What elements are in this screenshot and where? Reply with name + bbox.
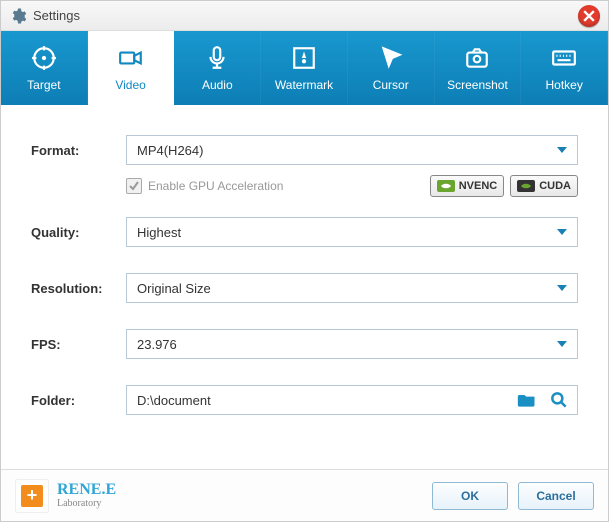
gear-icon: [9, 7, 27, 25]
folder-icon: [517, 390, 537, 410]
format-row: Format: MP4(H264): [31, 135, 578, 165]
nvenc-badge: NVENC: [430, 175, 505, 197]
resolution-label: Resolution:: [31, 281, 126, 296]
plus-icon: +: [21, 485, 43, 507]
chevron-down-icon: [557, 285, 567, 291]
target-icon: [30, 44, 58, 72]
tab-label: Target: [27, 78, 60, 92]
fps-row: FPS: 23.976: [31, 329, 578, 359]
resolution-value: Original Size: [137, 281, 211, 296]
ok-button[interactable]: OK: [432, 482, 508, 510]
tab-cursor[interactable]: Cursor: [348, 31, 435, 105]
resolution-row: Resolution: Original Size: [31, 273, 578, 303]
logo-badge: +: [15, 479, 49, 513]
chevron-down-icon: [557, 147, 567, 153]
brand-logo: + RENE.E Laboratory: [15, 479, 422, 513]
quality-row: Quality: Highest: [31, 217, 578, 247]
ok-label: OK: [461, 489, 479, 503]
nvidia-eye-icon: [437, 180, 455, 192]
window-title: Settings: [33, 8, 578, 23]
nvenc-text: NVENC: [459, 180, 498, 192]
screenshot-icon: [463, 44, 491, 72]
quality-select[interactable]: Highest: [126, 217, 578, 247]
brand-name: RENE.E: [57, 482, 116, 498]
tab-label: Audio: [202, 78, 233, 92]
search-icon: [549, 390, 569, 410]
nvidia-eye-icon: [517, 180, 535, 192]
cancel-button[interactable]: Cancel: [518, 482, 594, 510]
tab-watermark[interactable]: Watermark: [261, 31, 348, 105]
quality-label: Quality:: [31, 225, 126, 240]
format-select[interactable]: MP4(H264): [126, 135, 578, 165]
tab-target[interactable]: Target: [1, 31, 88, 105]
footer: + RENE.E Laboratory OK Cancel: [1, 469, 608, 521]
browse-button[interactable]: [547, 388, 571, 412]
tab-video[interactable]: Video: [88, 31, 175, 105]
title-bar: Settings: [1, 1, 608, 31]
folder-label: Folder:: [31, 393, 126, 408]
format-value: MP4(H264): [137, 143, 203, 158]
tab-audio[interactable]: Audio: [174, 31, 261, 105]
cursor-icon: [377, 44, 405, 72]
chevron-down-icon: [557, 229, 567, 235]
fps-value: 23.976: [137, 337, 177, 352]
cancel-label: Cancel: [536, 489, 575, 503]
tab-label: Video: [115, 78, 145, 92]
video-icon: [117, 44, 145, 72]
close-button[interactable]: [578, 5, 600, 27]
chevron-down-icon: [557, 341, 567, 347]
tab-label: Cursor: [373, 78, 409, 92]
open-folder-button[interactable]: [515, 388, 539, 412]
gpu-checkbox[interactable]: [126, 178, 142, 194]
close-icon: [583, 10, 595, 22]
tab-screenshot[interactable]: Screenshot: [435, 31, 522, 105]
tab-bar: Target Video Audio Watermark Cursor Scre…: [1, 31, 608, 105]
check-icon: [128, 180, 140, 192]
gpu-row: Enable GPU Acceleration NVENC CUDA: [126, 175, 578, 197]
fps-label: FPS:: [31, 337, 126, 352]
folder-row: Folder: D:\document: [31, 385, 578, 415]
fps-select[interactable]: 23.976: [126, 329, 578, 359]
hotkey-icon: [550, 44, 578, 72]
folder-input[interactable]: D:\document: [126, 385, 578, 415]
tab-label: Screenshot: [447, 78, 508, 92]
tab-hotkey[interactable]: Hotkey: [521, 31, 608, 105]
tab-label: Hotkey: [545, 78, 582, 92]
brand-sub: Laboratory: [57, 498, 116, 509]
resolution-select[interactable]: Original Size: [126, 273, 578, 303]
folder-value: D:\document: [137, 393, 211, 408]
format-label: Format:: [31, 143, 126, 158]
gpu-label: Enable GPU Acceleration: [148, 179, 424, 193]
audio-icon: [203, 44, 231, 72]
cuda-badge: CUDA: [510, 175, 578, 197]
quality-value: Highest: [137, 225, 181, 240]
settings-panel: Format: MP4(H264) Enable GPU Acceleratio…: [1, 105, 608, 451]
tab-label: Watermark: [275, 78, 333, 92]
watermark-icon: [290, 44, 318, 72]
cuda-text: CUDA: [539, 180, 571, 192]
